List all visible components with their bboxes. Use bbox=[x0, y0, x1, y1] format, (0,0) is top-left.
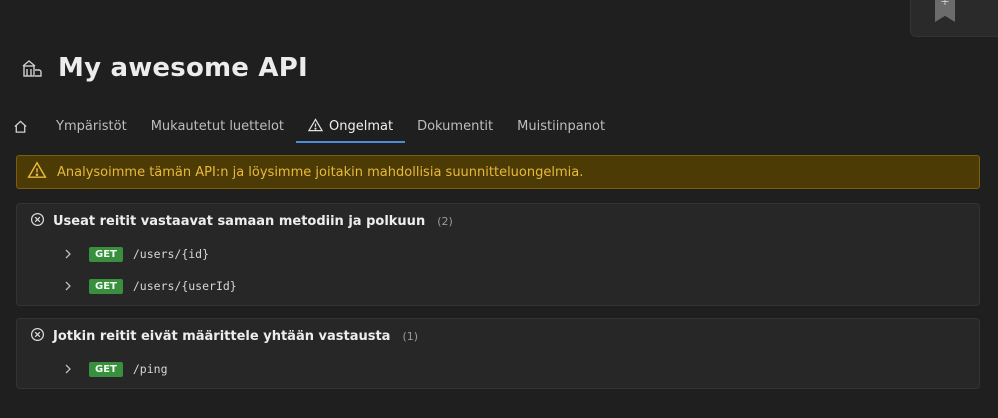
issue-count: (1) bbox=[402, 329, 419, 343]
tab-label: Muistiinpanot bbox=[517, 119, 606, 134]
tab-label: Ongelmat bbox=[329, 119, 394, 134]
issue-card: Useat reitit vastaavat samaan metodiin j… bbox=[16, 203, 980, 306]
route-row[interactable]: GET /users/{id} bbox=[17, 238, 979, 270]
issue-header[interactable]: Jotkin reitit eivät määrittele yhtään va… bbox=[17, 319, 979, 353]
tab-notes[interactable]: Muistiinpanot bbox=[505, 110, 617, 143]
method-badge: GET bbox=[89, 361, 123, 377]
tab-label: Ympäristöt bbox=[56, 119, 127, 134]
tab-label: Mukautetut luettelot bbox=[150, 119, 285, 134]
warning-text: Analysoimme tämän API:n ja löysimme joit… bbox=[57, 164, 584, 180]
tab-environments[interactable]: Ympäristöt bbox=[44, 110, 139, 143]
route-path: /ping bbox=[132, 362, 168, 376]
circle-x-icon bbox=[30, 327, 45, 346]
warning-banner: Analysoimme tämän API:n ja löysimme joit… bbox=[16, 155, 980, 189]
route-path: /users/{id} bbox=[132, 247, 210, 261]
chevron-right-icon[interactable] bbox=[63, 364, 73, 374]
tab-custom-lists[interactable]: Mukautetut luettelot bbox=[139, 110, 296, 143]
chevron-right-icon[interactable] bbox=[63, 281, 73, 291]
warning-icon bbox=[27, 161, 47, 183]
api-building-icon bbox=[20, 56, 44, 80]
tab-bar: Ympäristöt Mukautetut luettelot Ongelmat… bbox=[10, 110, 998, 143]
route-row[interactable]: GET /ping bbox=[17, 353, 979, 385]
issue-card: Jotkin reitit eivät määrittele yhtään va… bbox=[16, 318, 980, 389]
tab-label: Dokumentit bbox=[417, 119, 494, 134]
issue-count: (2) bbox=[437, 214, 453, 228]
method-badge: GET bbox=[89, 278, 123, 294]
route-row[interactable]: GET /users/{userId} bbox=[17, 270, 979, 302]
page-title: My awesome API bbox=[58, 53, 308, 83]
bookmark-add-label[interactable]: + bbox=[935, 0, 955, 8]
warning-icon bbox=[307, 117, 324, 136]
method-badge: GET bbox=[89, 246, 123, 262]
issue-title: Useat reitit vastaavat samaan metodiin j… bbox=[53, 213, 426, 229]
circle-x-icon bbox=[30, 212, 45, 231]
home-icon[interactable] bbox=[10, 110, 30, 143]
chevron-right-icon[interactable] bbox=[63, 249, 73, 259]
issue-title: Jotkin reitit eivät määrittele yhtään va… bbox=[53, 328, 391, 344]
page-header: My awesome API bbox=[20, 50, 308, 86]
tab-documents[interactable]: Dokumentit bbox=[405, 110, 505, 143]
route-path: /users/{userId} bbox=[132, 279, 237, 293]
corner-panel: + bbox=[910, 0, 998, 37]
tab-issues[interactable]: Ongelmat bbox=[296, 110, 406, 143]
issue-header[interactable]: Useat reitit vastaavat samaan metodiin j… bbox=[17, 204, 979, 238]
